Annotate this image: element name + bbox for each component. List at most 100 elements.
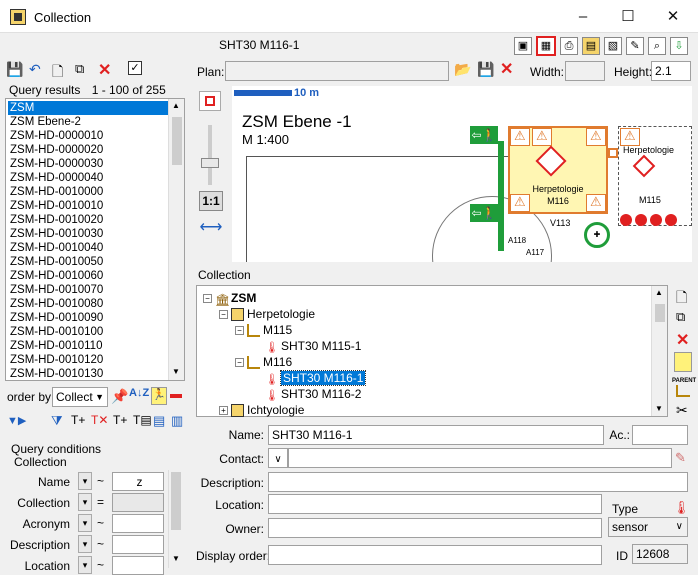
copy-collection-icon[interactable]: ⧉ bbox=[676, 309, 685, 325]
scroll-down-icon[interactable]: ▼ bbox=[172, 554, 180, 563]
width-field[interactable] bbox=[565, 61, 605, 81]
tree-node-m116-sensor-1[interactable]: 🌡 SHT30 M116-1 bbox=[265, 370, 367, 386]
type-select[interactable]: sensor ∨ bbox=[608, 517, 688, 537]
query-result-item[interactable]: ZSM-HD-0000020 bbox=[8, 143, 170, 157]
copy-icon[interactable]: ⧉ bbox=[75, 61, 84, 77]
query-result-item[interactable]: ZSM-HD-0010020 bbox=[8, 213, 170, 227]
query-result-item[interactable]: ZSM-HD-0010010 bbox=[8, 199, 170, 213]
list-icon[interactable]: ▤ bbox=[153, 413, 165, 429]
query-result-item[interactable]: ZSM bbox=[8, 101, 170, 115]
condition-value-field[interactable]: z bbox=[112, 472, 164, 491]
minimize-button[interactable]: – bbox=[560, 0, 606, 33]
label-icon[interactable]: ▤ bbox=[582, 37, 600, 55]
filter-add-icon[interactable]: T+ bbox=[71, 413, 85, 427]
display-order-field[interactable] bbox=[268, 545, 602, 565]
tree-node-m115-sensor[interactable]: 🌡 SHT30 M115-1 bbox=[265, 338, 361, 354]
condition-operator-dropdown[interactable]: ▾ bbox=[78, 493, 92, 511]
query-result-item[interactable]: ZSM-HD-0010100 bbox=[8, 325, 170, 339]
query-result-item[interactable]: ZSM-HD-0010070 bbox=[8, 283, 170, 297]
folder-icon[interactable]: 📂 bbox=[454, 61, 471, 78]
owner-field[interactable] bbox=[268, 518, 602, 538]
browse-icon[interactable]: ⌕ bbox=[648, 37, 666, 55]
run-query-icon[interactable]: 🏃 bbox=[151, 387, 167, 405]
tree-node-herpetologie[interactable]: − Herpetologie bbox=[219, 306, 315, 322]
query-result-item[interactable]: ZSM Ebene-2 bbox=[8, 115, 170, 129]
query-result-item[interactable]: ZSM-HD-0010120 bbox=[8, 353, 170, 367]
delete-icon[interactable]: ✕ bbox=[98, 60, 111, 80]
pin-icon[interactable]: 📌 bbox=[111, 388, 128, 405]
delete-collection-icon[interactable]: ✕ bbox=[676, 330, 689, 350]
delete-plan-icon[interactable]: ✕ bbox=[500, 59, 513, 79]
zoom-slider-thumb[interactable] bbox=[201, 158, 219, 168]
label-collection-icon[interactable] bbox=[674, 352, 692, 372]
tree-node-root[interactable]: − 🏛ZSM bbox=[203, 290, 256, 307]
filter-list-icon[interactable]: T▤ bbox=[133, 413, 152, 427]
condition-operator-dropdown[interactable]: ▾ bbox=[78, 535, 92, 553]
tree-node-m116-sensor-2[interactable]: 🌡 SHT30 M116-2 bbox=[265, 386, 361, 402]
query-result-item[interactable]: ZSM-HD-0010110 bbox=[8, 339, 170, 353]
plan-field[interactable] bbox=[225, 61, 449, 81]
print-icon[interactable]: ⎙ bbox=[560, 37, 578, 55]
expand-icon[interactable]: ▼▶ bbox=[7, 414, 26, 427]
plan-map[interactable]: 10 m ZSM Ebene -1 M 1:400 ⇦🚶 ⇦🚶 Herpetol… bbox=[232, 86, 692, 262]
set-parent-icon[interactable] bbox=[676, 385, 690, 397]
cut-icon[interactable]: ✂ bbox=[676, 402, 688, 419]
query-result-item[interactable]: ZSM-HD-0010130 bbox=[8, 367, 170, 381]
condition-value-field[interactable] bbox=[112, 514, 164, 533]
scroll-thumb[interactable] bbox=[172, 117, 182, 165]
tree-node-m116[interactable]: − M116 bbox=[235, 354, 292, 370]
tree-node-ichtyologie[interactable]: + Ichtyologie bbox=[219, 402, 304, 418]
scroll-thumb[interactable] bbox=[655, 304, 665, 322]
query-result-item[interactable]: ZSM-HD-0010040 bbox=[8, 241, 170, 255]
collection-tree[interactable]: − 🏛ZSM − Herpetologie − M115 🌡 SHT30 M115-1 … bbox=[196, 285, 668, 418]
export-icon[interactable]: ⇩ bbox=[670, 37, 688, 55]
contact-field[interactable] bbox=[288, 448, 672, 468]
save-plan-icon[interactable]: 💾 bbox=[477, 61, 494, 78]
name-field[interactable]: SHT30 M116-1 bbox=[268, 425, 604, 445]
save-icon[interactable]: 💾 bbox=[6, 61, 23, 78]
contact-dropdown[interactable]: ∨ bbox=[268, 448, 288, 468]
scroll-up-icon[interactable]: ▲ bbox=[655, 288, 663, 297]
maximize-button[interactable]: ☐ bbox=[605, 0, 651, 33]
image-icon[interactable]: ▣ bbox=[514, 37, 532, 55]
list-alt-icon[interactable]: ▥ bbox=[171, 413, 183, 429]
contact-link-icon[interactable]: ✎ bbox=[675, 450, 686, 466]
acronym-field[interactable] bbox=[632, 425, 688, 445]
scroll-down-icon[interactable]: ▼ bbox=[655, 404, 663, 413]
query-results-list[interactable]: ZSM ZSM Ebene-2 ZSM-HD-0000010 ZSM-HD-00000… bbox=[5, 98, 185, 381]
collapse-icon[interactable]: − bbox=[235, 358, 244, 368]
plan-view-icon[interactable]: ▦ bbox=[536, 36, 556, 56]
filter-remove-icon[interactable]: T✕ bbox=[91, 413, 108, 427]
new-icon[interactable]: 🗋 bbox=[52, 61, 63, 85]
collapse-icon[interactable]: − bbox=[219, 310, 228, 320]
query-result-item[interactable]: ZSM-HD-0000030 bbox=[8, 157, 170, 171]
query-result-item[interactable]: ZSM-HD-0010060 bbox=[8, 269, 170, 283]
undo-icon[interactable]: ↶ bbox=[29, 61, 41, 78]
query-result-item[interactable]: ZSM-HD-0010000 bbox=[8, 185, 170, 199]
tree-node-m115[interactable]: − M115 bbox=[235, 322, 292, 338]
tree-scrollbar[interactable]: ▲ ▼ bbox=[651, 286, 667, 416]
scroll-up-icon[interactable]: ▲ bbox=[172, 101, 180, 110]
query-result-item[interactable]: ZSM-HD-0010080 bbox=[8, 297, 170, 311]
location-field[interactable] bbox=[268, 494, 602, 514]
remove-icon[interactable] bbox=[170, 394, 182, 398]
close-button[interactable]: ✕ bbox=[650, 0, 696, 33]
sensor-marker[interactable] bbox=[608, 148, 618, 158]
zoom-1-1-button[interactable]: 1:1 bbox=[199, 191, 223, 211]
query-result-item[interactable]: ZSM-HD-0010030 bbox=[8, 227, 170, 241]
query-result-item[interactable]: ZSM-HD-0000040 bbox=[8, 171, 170, 185]
conditions-scrollbar[interactable]: ▼ bbox=[168, 470, 183, 568]
document-icon[interactable]: ▧ bbox=[604, 37, 622, 55]
condition-value-field[interactable] bbox=[112, 493, 164, 512]
zoom-slider-track[interactable] bbox=[208, 125, 212, 185]
query-results-scrollbar[interactable]: ▲ ▼ bbox=[168, 99, 184, 380]
condition-value-field[interactable] bbox=[112, 556, 164, 575]
height-field[interactable]: 2.1 bbox=[651, 61, 691, 81]
condition-operator-dropdown[interactable]: ▾ bbox=[78, 514, 92, 532]
collapse-icon[interactable]: − bbox=[203, 294, 212, 304]
scroll-down-icon[interactable]: ▼ bbox=[172, 367, 180, 376]
query-result-item[interactable]: ZSM-HD-0010050 bbox=[8, 255, 170, 269]
condition-operator-dropdown[interactable]: ▾ bbox=[78, 556, 92, 574]
conditions-scroll-thumb[interactable] bbox=[171, 472, 181, 530]
new-collection-icon[interactable]: 🗋 bbox=[676, 287, 687, 311]
